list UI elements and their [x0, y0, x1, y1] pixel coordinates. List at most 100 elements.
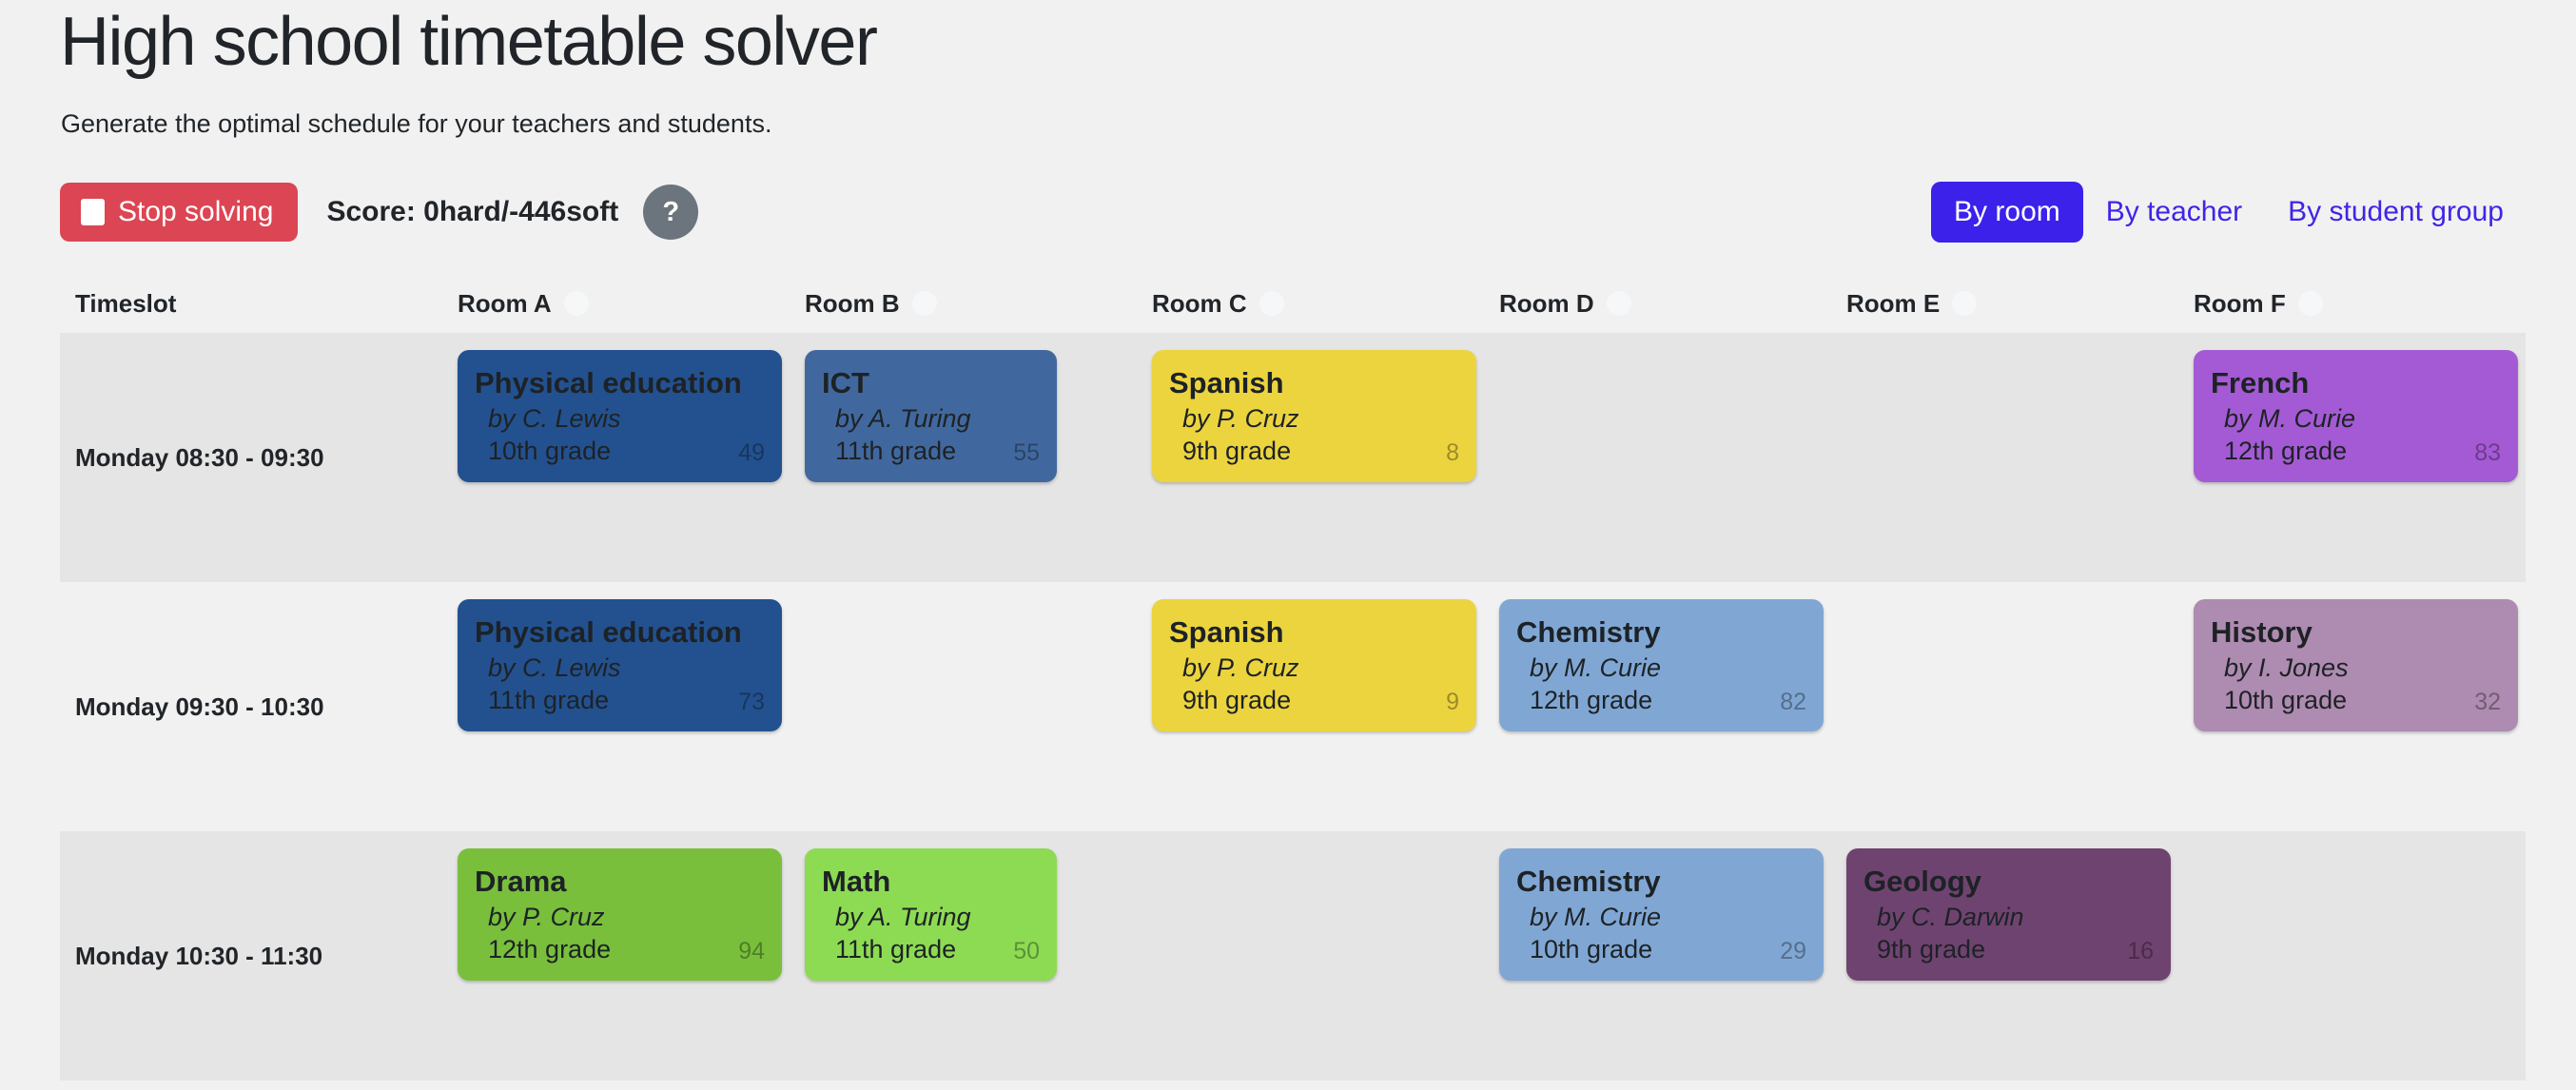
lesson-id: 83	[2474, 439, 2501, 466]
room-badge-icon	[911, 291, 937, 316]
lesson-footer: 11th grade 55	[822, 435, 1040, 469]
lesson-id: 9	[1446, 689, 1459, 715]
lesson-subject: Physical education	[475, 615, 742, 649]
lesson-student-group: 11th grade	[488, 686, 610, 714]
lesson-subject: Drama	[475, 865, 567, 898]
room-badge-icon	[563, 291, 589, 316]
room-cell	[1831, 582, 2178, 616]
lesson-student-group: 10th grade	[2224, 686, 2348, 714]
page-title: High school timetable solver	[60, 4, 878, 80]
column-header-label: Room B	[805, 288, 900, 318]
lesson-teacher: by C. Lewis	[488, 404, 621, 433]
timeslot-cell	[60, 1080, 442, 1090]
lesson-id: 49	[738, 439, 765, 466]
room-cell	[1484, 333, 1831, 367]
lesson-student-group: 12th grade	[1530, 686, 1653, 714]
table-row: Monday 09:30 - 10:30 Physical education by…	[60, 582, 2526, 831]
column-header-label: Room E	[1846, 288, 1941, 318]
stop-solving-button[interactable]: Stop solving	[60, 183, 299, 242]
lesson-card[interactable]: Physical education by C. Lewis 11th grade 7…	[458, 599, 782, 731]
lesson-card[interactable]: Physical education by C. Lewis 10th grade 4…	[458, 350, 782, 482]
lesson-student-group: 10th grade	[488, 437, 612, 465]
lesson-teacher: by C. Lewis	[488, 653, 621, 682]
lesson-footer: 11th grade 73	[475, 684, 765, 718]
lesson-id: 55	[1013, 439, 1040, 466]
lesson-teacher: by C. Darwin	[1877, 903, 2024, 931]
room-cell	[1137, 831, 1484, 866]
room-cell	[1831, 1080, 2178, 1090]
lesson-footer: 11th grade 50	[822, 933, 1040, 967]
room-cell: Chemistry by M. Curie 10th grade 29	[1484, 831, 1831, 998]
lesson-card[interactable]: History by I. Jones 10th grade 32	[2194, 599, 2518, 731]
lesson-subject: Physical education	[475, 366, 742, 399]
column-header-room-b: Room B	[790, 289, 1137, 319]
lesson-footer: 10th grade 49	[475, 435, 765, 469]
lesson-subject: Math	[822, 865, 891, 898]
room-cell	[2178, 831, 2526, 866]
help-button[interactable]: ?	[643, 185, 699, 240]
lesson-id: 73	[738, 689, 765, 715]
lesson-teacher: by M. Curie	[1530, 653, 1662, 682]
tab-by-room[interactable]: By room	[1931, 182, 2083, 243]
lesson-student-group: 9th grade	[1877, 935, 1986, 963]
room-cell: Chemistry by M. Curie 12th grade 82	[1484, 582, 1831, 749]
lesson-teacher: by I. Jones	[2224, 653, 2349, 682]
timetable-body: Monday 08:30 - 09:30 Physical education by…	[60, 333, 2526, 1090]
lesson-card[interactable]: Geology by C. Darwin 9th grade 16	[1846, 848, 2171, 981]
lesson-card[interactable]: Math by A. Turing 11th grade 50	[805, 848, 1057, 981]
lesson-footer: 12th grade 94	[475, 933, 765, 967]
column-header-label: Room A	[458, 288, 552, 318]
column-header-label: Room D	[1499, 288, 1594, 318]
column-header-room-a: Room A	[442, 289, 790, 319]
lesson-card[interactable]: Chemistry by M. Curie 10th grade 29	[1499, 848, 1824, 981]
lesson-card[interactable]: ICT by A. Turing 11th grade 55	[805, 350, 1057, 482]
lesson-student-group: 12th grade	[488, 935, 612, 963]
lesson-subject: Spanish	[1169, 366, 1284, 399]
lesson-subject: Chemistry	[1516, 865, 1661, 898]
room-cell	[442, 1080, 790, 1090]
lesson-id: 32	[2474, 689, 2501, 715]
lesson-card[interactable]: Spanish by P. Cruz 9th grade 8	[1152, 350, 1476, 482]
lesson-footer: 9th grade 9	[1169, 684, 1459, 718]
column-header-timeslot: Timeslot	[60, 289, 442, 319]
room-cell: French by M. Curie 12th grade 83	[2178, 333, 2526, 499]
room-cell: Physical education by C. Lewis 11th grade 7…	[442, 582, 790, 749]
column-header-room-c: Room C	[1137, 289, 1484, 319]
lesson-student-group: 11th grade	[835, 935, 957, 963]
lesson-subject: Geology	[1864, 865, 1982, 898]
lesson-id: 8	[1446, 439, 1459, 466]
room-badge-icon	[1259, 291, 1284, 316]
room-cell: Math by A. Turing 11th grade 50	[790, 831, 1137, 998]
room-cell: History by I. Jones 10th grade 32	[2178, 582, 2526, 749]
lesson-teacher: by A. Turing	[835, 404, 971, 433]
page-subtitle: Generate the optimal schedule for your t…	[61, 109, 772, 138]
view-mode-nav: By room By teacher By student group	[1931, 181, 2527, 243]
lesson-card[interactable]: Spanish by P. Cruz 9th grade 9	[1152, 599, 1476, 731]
lesson-footer: 10th grade 29	[1516, 933, 1806, 967]
lesson-footer: 10th grade 32	[2211, 684, 2501, 718]
tab-by-student-group[interactable]: By student group	[2265, 182, 2527, 243]
room-cell	[790, 582, 1137, 616]
room-cell	[1831, 333, 2178, 367]
room-cell	[2178, 1080, 2526, 1090]
lesson-footer: 12th grade 83	[2211, 435, 2501, 469]
table-row: Monday 08:30 - 09:30 Physical education by…	[60, 333, 2526, 582]
column-header-room-f: Room F	[2178, 289, 2526, 319]
lesson-teacher: by P. Cruz	[1182, 404, 1299, 433]
lesson-subject: French	[2211, 366, 2310, 399]
room-badge-icon	[1952, 291, 1978, 316]
lesson-card[interactable]: Drama by P. Cruz 12th grade 94	[458, 848, 782, 981]
room-cell: Physical education by C. Lewis 10th grade 4…	[442, 333, 790, 499]
room-cell: Spanish by P. Cruz 9th grade 9	[1137, 582, 1484, 749]
timetable: Timeslot Room A Room B Room C Room D Roo…	[60, 274, 2526, 1090]
column-header-room-e: Room E	[1831, 289, 2178, 319]
stop-square-icon	[81, 199, 105, 225]
lesson-teacher: by M. Curie	[2224, 404, 2356, 433]
lesson-card[interactable]: French by M. Curie 12th grade 83	[2194, 350, 2518, 482]
lesson-card[interactable]: Chemistry by M. Curie 12th grade 82	[1499, 599, 1824, 731]
lesson-student-group: 12th grade	[2224, 437, 2348, 465]
timeslot-cell: Monday 08:30 - 09:30	[75, 442, 324, 472]
tab-by-teacher[interactable]: By teacher	[2083, 182, 2265, 243]
table-row: Monday 10:30 - 11:30 Drama by P. Cruz 12th …	[60, 831, 2526, 1080]
lesson-student-group: 10th grade	[1530, 935, 1653, 963]
